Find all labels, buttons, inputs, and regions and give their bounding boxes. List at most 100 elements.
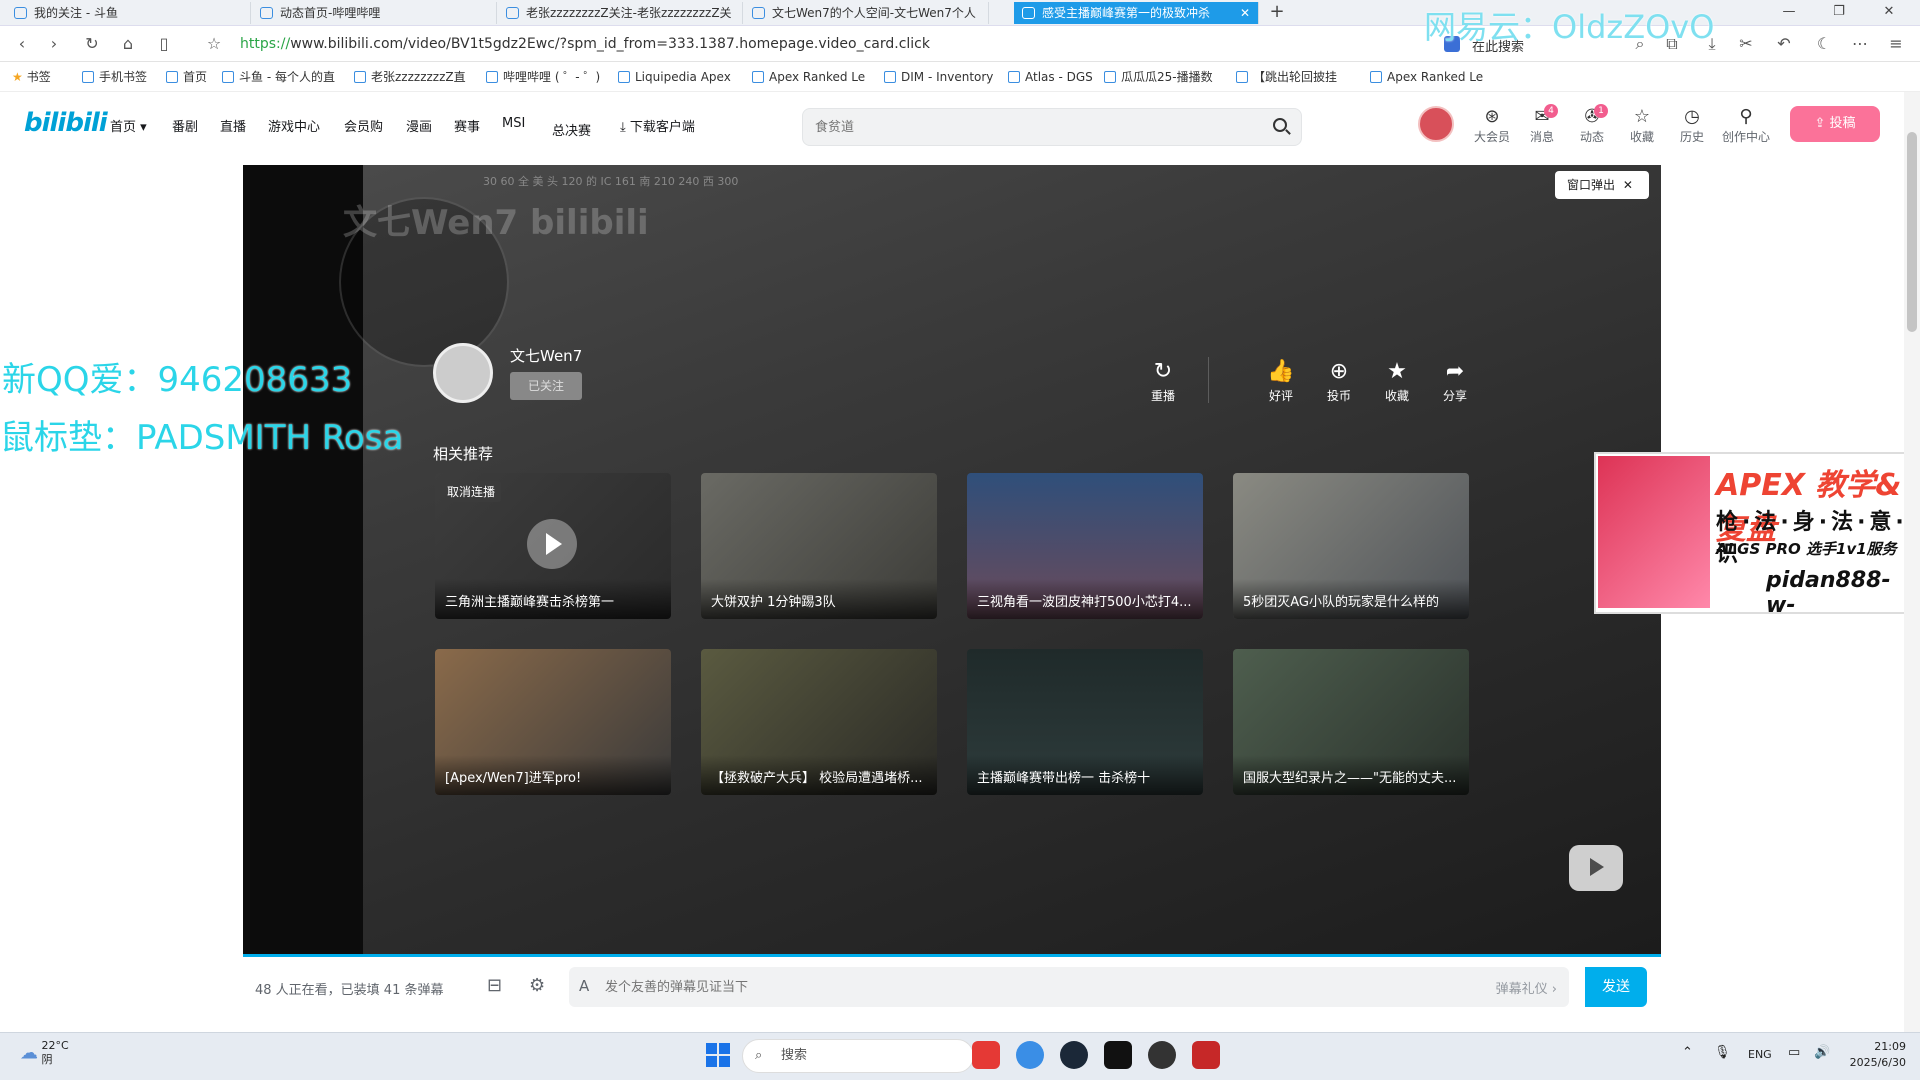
netease-music-icon[interactable]	[972, 1041, 1000, 1069]
nav-game-center[interactable]: 游戏中心	[268, 116, 320, 135]
text-style-icon[interactable]: A	[579, 977, 589, 995]
uploader-name[interactable]: 文七Wen7	[510, 345, 582, 366]
steam-icon[interactable]	[1060, 1041, 1088, 1069]
header-vip[interactable]: ⊛ 大会员	[1472, 106, 1512, 145]
new-tab-button[interactable]: +	[1258, 0, 1296, 24]
bookmark-item[interactable]: 【跳出轮回披挂	[1236, 68, 1337, 86]
apex-legends-icon[interactable]	[1192, 1041, 1220, 1069]
dark-mode-icon[interactable]: ☾	[1812, 32, 1836, 56]
bookmark-item[interactable]: Apex Ranked Le	[752, 68, 865, 86]
danmaku-toggle-icon[interactable]: ⊟	[487, 975, 502, 996]
bili-tv-play-icon[interactable]	[1569, 845, 1623, 891]
nav-shop[interactable]: 会员购	[344, 116, 383, 135]
bookmark-item[interactable]: Liquipedia Apex	[618, 68, 731, 86]
favorite-button[interactable]: ★ 收藏	[1375, 357, 1419, 404]
bookmark-item[interactable]: 手机书签	[82, 68, 147, 86]
system-clock[interactable]: 21:09 2025/6/30	[1850, 1039, 1906, 1071]
header-messages[interactable]: ✉ 4 消息	[1522, 104, 1562, 145]
related-video-card[interactable]: [Apex/Wen7]进军pro!	[435, 649, 671, 795]
bookmark-item[interactable]: 斗鱼 - 每个人的直	[222, 68, 335, 86]
danmaku-etiquette-link[interactable]: 弹幕礼仪 ›	[1496, 978, 1557, 997]
header-history[interactable]: ◷ 历史	[1672, 106, 1712, 145]
menu-icon[interactable]: ≡	[1884, 32, 1908, 56]
share-button[interactable]: ➦ 分享	[1433, 357, 1477, 404]
bookmark-item[interactable]: Atlas - DGS	[1008, 68, 1093, 86]
language-indicator[interactable]: ENG	[1748, 1048, 1772, 1061]
url-field[interactable]: https://www.bilibili.com/video/BV1t5gdz2…	[240, 32, 1420, 56]
bookmark-item[interactable]: DIM - Inventory	[884, 68, 993, 86]
nav-finals[interactable]: 总决赛	[552, 120, 591, 139]
home-icon[interactable]: ⌂	[116, 32, 140, 56]
scrollbar-thumb[interactable]	[1907, 132, 1917, 332]
bookmark-item[interactable]: 老张zzzzzzzzZ直	[354, 68, 466, 86]
coin-button[interactable]: ⊕ 投币	[1317, 357, 1361, 404]
related-video-card[interactable]: 主播巅峰赛带出榜一 击杀榜十	[967, 649, 1203, 795]
search-icon[interactable]	[1273, 118, 1287, 132]
nav-live[interactable]: 直播	[220, 116, 246, 135]
scissors-icon[interactable]: ✂	[1734, 32, 1758, 56]
user-avatar[interactable]	[1418, 106, 1454, 142]
microphone-icon[interactable]: 🎙	[1714, 1045, 1731, 1060]
follow-button[interactable]: 已关注	[510, 372, 582, 400]
related-video-card[interactable]: 大饼双护 1分钟踢3队	[701, 473, 937, 619]
close-window-button[interactable]: ✕	[1870, 0, 1908, 24]
nav-esports[interactable]: 赛事	[454, 116, 480, 135]
nav-home[interactable]: 首页 ▾	[110, 116, 147, 135]
related-video-card[interactable]: 【拯救破产大兵】 校验局遭遇堵桥...	[701, 649, 937, 795]
bookmark-item[interactable]: Apex Ranked Le	[1370, 68, 1483, 86]
page-scrollbar[interactable]	[1904, 92, 1920, 1032]
browser-tab-active-video[interactable]: 感受主播巅峰赛第一的极致冲杀 ✕	[1014, 2, 1259, 24]
forward-arrow-icon[interactable]: ›	[42, 32, 66, 56]
bookmark-item[interactable]: 瓜瓜瓜25-播播数	[1104, 68, 1213, 86]
related-video-card[interactable]: 5秒团灭AG小队的玩家是什么样的	[1233, 473, 1469, 619]
tray-chevron-up-icon[interactable]: ⌃	[1682, 1045, 1693, 1060]
network-icon[interactable]: ▭	[1788, 1045, 1800, 1060]
bookmark-item[interactable]: ★ 书签	[12, 68, 51, 86]
nav-anime[interactable]: 番剧	[172, 116, 198, 135]
video-player[interactable]: 30 60 全 美 头 120 的 IC 161 南 210 240 西 300…	[243, 165, 1661, 957]
refresh-icon[interactable]: ↻	[80, 32, 104, 56]
related-video-card[interactable]: 三视角看一波团皮神打500小芯打4...	[967, 473, 1203, 619]
weather-widget[interactable]: ☁ 22°C 阴	[20, 1039, 69, 1067]
cancel-autoplay-badge[interactable]: 取消连播	[441, 481, 502, 502]
related-video-card[interactable]: 取消连播 三角洲主播巅峰赛击杀榜第一	[435, 473, 671, 619]
nav-manga[interactable]: 漫画	[406, 116, 432, 135]
uploader-avatar[interactable]	[433, 343, 493, 403]
header-creator-center[interactable]: ⚲ 创作中心	[1718, 106, 1774, 145]
bookmark-item[interactable]: 首页	[166, 68, 207, 86]
bili-search-input[interactable]	[813, 116, 1253, 138]
close-icon[interactable]: ✕	[1623, 178, 1633, 192]
app-icon[interactable]	[1148, 1041, 1176, 1069]
browser-icon[interactable]	[1016, 1041, 1044, 1069]
maximize-button[interactable]: ❐	[1820, 0, 1858, 24]
tab-close-icon[interactable]: ✕	[1240, 2, 1250, 24]
play-icon[interactable]	[527, 519, 577, 569]
like-button[interactable]: 👍 好评	[1259, 357, 1303, 404]
browser-tab-douyu[interactable]: 我的关注 - 斗鱼	[6, 2, 251, 24]
windows-start-icon[interactable]	[706, 1043, 730, 1067]
replay-button[interactable]: ↻ 重播	[1141, 357, 1185, 404]
nav-download-client[interactable]: ⤓ 下载客户端	[620, 116, 695, 135]
taskbar-search[interactable]: ⌕ 搜索	[742, 1039, 974, 1073]
header-favorites[interactable]: ☆ 收藏	[1622, 106, 1662, 145]
danmaku-input[interactable]	[603, 977, 1303, 997]
browser-tab-bili-dynamic[interactable]: 动态首页-哔哩哔哩	[252, 2, 497, 24]
more-icon[interactable]: ⋯	[1848, 32, 1872, 56]
bookmark-item[interactable]: 哔哩哔哩 ( ゜- ゜)	[486, 68, 600, 86]
back-arrow-icon[interactable]: ‹	[10, 32, 34, 56]
bilibili-logo[interactable]: bilibili	[24, 108, 108, 138]
upload-button[interactable]: ⇪ 投稿	[1790, 106, 1880, 142]
header-dynamic[interactable]: ✇ 1 动态	[1572, 104, 1612, 145]
browser-tab-wen7-space[interactable]: 文七Wen7的个人空间-文七Wen7个人	[744, 2, 989, 24]
reader-mode-icon[interactable]: ▯	[152, 32, 176, 56]
z-app-icon[interactable]	[1104, 1041, 1132, 1069]
browser-tab-laozhang[interactable]: 老张zzzzzzzzZ关注-老张zzzzzzzzZ关	[498, 2, 743, 24]
undo-icon[interactable]: ↶	[1772, 32, 1796, 56]
volume-icon[interactable]: 🔊	[1814, 1045, 1830, 1060]
danmaku-settings-icon[interactable]: ⚙	[529, 975, 545, 996]
minimize-button[interactable]: —	[1770, 0, 1808, 24]
related-video-card[interactable]: 国服大型纪录片之——"无能的丈夫...	[1233, 649, 1469, 795]
popout-window-button[interactable]: 窗口弹出 ✕	[1555, 171, 1649, 199]
send-danmaku-button[interactable]: 发送	[1585, 967, 1647, 1007]
nav-msi[interactable]: MSI	[502, 116, 525, 131]
